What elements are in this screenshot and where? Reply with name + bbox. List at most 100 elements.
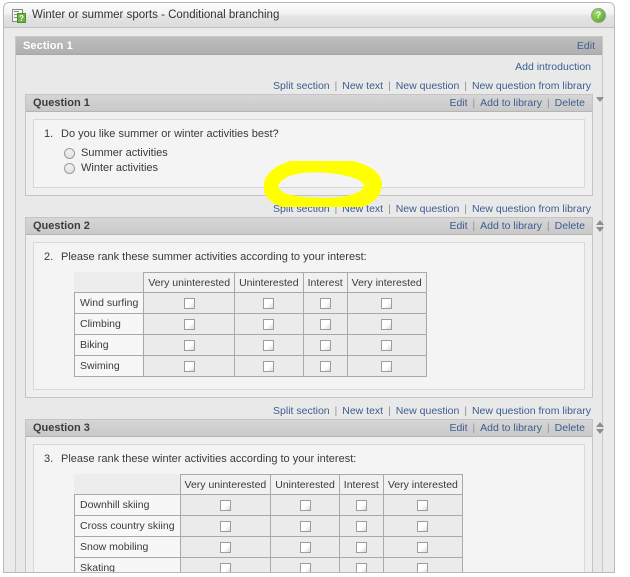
new-text-link[interactable]: New text	[342, 405, 383, 417]
help-icon[interactable]: ?	[591, 8, 606, 23]
checkbox-icon[interactable]	[381, 297, 393, 309]
question-edit-link[interactable]: Edit	[449, 220, 467, 232]
checkbox-icon[interactable]	[263, 360, 275, 372]
matrix-cell[interactable]	[179, 515, 272, 537]
checkbox-icon[interactable]	[263, 318, 275, 330]
split-section-link[interactable]: Split section	[273, 80, 330, 92]
new-question-link[interactable]: New question	[396, 203, 460, 215]
checkbox-icon[interactable]	[219, 541, 231, 553]
new-question-from-library-link[interactable]: New question from library	[472, 405, 591, 417]
checkbox-icon[interactable]	[263, 297, 275, 309]
matrix-cell[interactable]	[346, 334, 427, 356]
checkbox-icon[interactable]	[299, 541, 311, 553]
checkbox-icon[interactable]	[381, 339, 393, 351]
question-add-to-library-link[interactable]: Add to library	[480, 422, 542, 434]
checkbox-icon[interactable]	[299, 499, 311, 511]
matrix-cell[interactable]	[234, 355, 304, 377]
matrix-cell[interactable]	[346, 355, 427, 377]
checkbox-icon[interactable]	[183, 360, 195, 372]
checkbox-icon[interactable]	[417, 541, 429, 553]
matrix-cell[interactable]	[382, 515, 463, 537]
checkbox-icon[interactable]	[183, 297, 195, 309]
split-section-link[interactable]: Split section	[273, 405, 330, 417]
matrix-cell[interactable]	[143, 313, 236, 335]
checkbox-icon[interactable]	[299, 562, 311, 572]
matrix-cell[interactable]	[382, 557, 463, 572]
matrix-cell[interactable]	[270, 536, 340, 558]
radio-option-winter[interactable]: Winter activities	[64, 161, 574, 175]
checkbox-icon[interactable]	[381, 318, 393, 330]
new-question-from-library-link[interactable]: New question from library	[472, 80, 591, 92]
new-text-link[interactable]: New text	[342, 80, 383, 92]
question-edit-link[interactable]: Edit	[449, 422, 467, 434]
checkbox-icon[interactable]	[319, 318, 331, 330]
matrix-cell[interactable]	[382, 536, 463, 558]
matrix-cell[interactable]	[143, 334, 236, 356]
matrix-cell[interactable]	[302, 292, 348, 314]
matrix-cell[interactable]	[143, 292, 236, 314]
matrix-cell[interactable]	[234, 292, 304, 314]
move-up-arrow-icon[interactable]	[595, 220, 604, 225]
matrix-cell[interactable]	[346, 313, 427, 335]
question-delete-link[interactable]: Delete	[555, 220, 585, 232]
matrix-cell[interactable]	[302, 334, 348, 356]
matrix-column-header: Interest	[302, 272, 348, 293]
matrix-cell[interactable]	[179, 494, 272, 516]
move-down-arrow-icon[interactable]	[595, 97, 604, 102]
radio-option-summer[interactable]: Summer activities	[64, 146, 574, 160]
matrix-cell[interactable]	[179, 557, 272, 572]
matrix-cell[interactable]	[270, 557, 340, 572]
checkbox-icon[interactable]	[183, 318, 195, 330]
question-delete-link[interactable]: Delete	[555, 97, 585, 109]
move-up-arrow-icon[interactable]	[595, 422, 604, 427]
checkbox-icon[interactable]	[183, 339, 195, 351]
matrix-cell[interactable]	[338, 515, 384, 537]
matrix-cell[interactable]	[382, 494, 463, 516]
matrix-cell[interactable]	[270, 494, 340, 516]
checkbox-icon[interactable]	[299, 520, 311, 532]
matrix-cell[interactable]	[179, 536, 272, 558]
matrix-cell[interactable]	[338, 494, 384, 516]
matrix-cell[interactable]	[270, 515, 340, 537]
split-section-link[interactable]: Split section	[273, 203, 330, 215]
checkbox-icon[interactable]	[417, 562, 429, 572]
matrix-cell[interactable]	[302, 313, 348, 335]
question-delete-link[interactable]: Delete	[555, 422, 585, 434]
new-text-link[interactable]: New text	[342, 203, 383, 215]
matrix-cell[interactable]	[234, 334, 304, 356]
matrix-cell[interactable]	[338, 557, 384, 572]
section-edit-link[interactable]: Edit	[577, 40, 595, 52]
new-question-link[interactable]: New question	[396, 405, 460, 417]
question-edit-link[interactable]: Edit	[449, 97, 467, 109]
radio-icon[interactable]	[64, 147, 75, 159]
new-question-from-library-link[interactable]: New question from library	[472, 203, 591, 215]
checkbox-icon[interactable]	[263, 339, 275, 351]
move-down-arrow-icon[interactable]	[595, 227, 604, 232]
checkbox-icon[interactable]	[381, 360, 393, 372]
move-down-arrow-icon[interactable]	[595, 429, 604, 434]
checkbox-icon[interactable]	[219, 520, 231, 532]
checkbox-icon[interactable]	[219, 499, 231, 511]
checkbox-icon[interactable]	[417, 520, 429, 532]
matrix-cell[interactable]	[346, 292, 427, 314]
checkbox-icon[interactable]	[319, 339, 331, 351]
checkbox-icon[interactable]	[355, 520, 367, 532]
checkbox-icon[interactable]	[319, 360, 331, 372]
radio-icon[interactable]	[64, 162, 75, 174]
add-introduction-link[interactable]: Add introduction	[515, 61, 591, 73]
link-separator: |	[547, 97, 550, 109]
checkbox-icon[interactable]	[355, 562, 367, 572]
checkbox-icon[interactable]	[319, 297, 331, 309]
matrix-cell[interactable]	[302, 355, 348, 377]
question-add-to-library-link[interactable]: Add to library	[480, 97, 542, 109]
question-add-to-library-link[interactable]: Add to library	[480, 220, 542, 232]
checkbox-icon[interactable]	[417, 499, 429, 511]
matrix-row-label: Wind surfing	[73, 292, 145, 314]
checkbox-icon[interactable]	[355, 541, 367, 553]
checkbox-icon[interactable]	[219, 562, 231, 572]
new-question-link[interactable]: New question	[396, 80, 460, 92]
matrix-cell[interactable]	[338, 536, 384, 558]
matrix-cell[interactable]	[234, 313, 304, 335]
matrix-cell[interactable]	[143, 355, 236, 377]
checkbox-icon[interactable]	[355, 499, 367, 511]
